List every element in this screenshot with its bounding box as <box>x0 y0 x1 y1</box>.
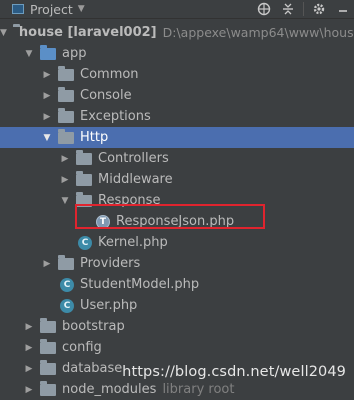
chevron-down-icon[interactable]: ▼ <box>60 196 70 206</box>
project-window-icon <box>12 4 24 14</box>
folder-icon <box>40 338 56 354</box>
tree-item-providers[interactable]: ▶ Providers <box>0 253 354 274</box>
tree-item-student-model[interactable]: C StudentModel.php <box>0 274 354 295</box>
project-root-path: D:\appexe\wamp64\www\house <box>162 25 354 40</box>
tree-item-label: Exceptions <box>80 109 151 124</box>
tree-item-label: Kernel.php <box>98 235 168 250</box>
folder-icon <box>58 107 74 123</box>
watermark-text: https://blog.csdn.net/well2049 <box>122 364 346 380</box>
chevron-right-icon[interactable]: ▶ <box>42 70 52 80</box>
tree-item-middleware[interactable]: ▶ Middleware <box>0 169 354 190</box>
chevron-right-icon[interactable]: ▶ <box>24 385 34 395</box>
tree-item-label: bootstrap <box>62 319 125 334</box>
tree-item-label: database <box>62 361 123 376</box>
tree-item-label: Controllers <box>98 151 169 166</box>
folder-icon <box>76 149 92 165</box>
class-file-icon: C <box>60 298 74 313</box>
tree-item-config[interactable]: ▶ config <box>0 337 354 358</box>
tree-item-label: Console <box>80 88 132 103</box>
chevron-right-icon[interactable]: ▶ <box>60 175 70 185</box>
project-root-label: house [laravel002] <box>18 25 157 40</box>
folder-icon <box>58 128 74 144</box>
tree-item-house[interactable]: ▼ house [laravel002] D:\appexe\wamp64\ww… <box>0 22 354 43</box>
class-file-icon: C <box>60 277 74 292</box>
collapse-icon[interactable] <box>279 0 297 18</box>
chevron-down-icon[interactable]: ▼ <box>78 4 85 14</box>
tree-item-node-modules[interactable]: ▶ node_modules library root <box>0 379 354 400</box>
tree-item-common[interactable]: ▶ Common <box>0 64 354 85</box>
tree-item-kernel[interactable]: C Kernel.php <box>0 232 354 253</box>
chevron-right-icon[interactable]: ▶ <box>24 322 34 332</box>
library-root-tag: library root <box>162 382 235 397</box>
chevron-right-icon[interactable]: ▶ <box>24 364 34 374</box>
gear-icon[interactable] <box>310 0 328 18</box>
toolbar-divider <box>303 2 304 16</box>
tree-item-bootstrap[interactable]: ▶ bootstrap <box>0 316 354 337</box>
tree-item-controllers[interactable]: ▶ Controllers <box>0 148 354 169</box>
class-file-icon: C <box>78 235 92 250</box>
chevron-down-icon[interactable]: ▼ <box>42 133 52 143</box>
folder-icon <box>58 86 74 102</box>
tree-item-http[interactable]: ▼ Http <box>0 127 354 148</box>
project-view-selector[interactable]: Project <box>30 2 73 17</box>
chevron-right-icon[interactable]: ▶ <box>42 259 52 269</box>
project-toolbar: Project ▼ <box>0 0 354 19</box>
tree-item-label: StudentModel.php <box>80 277 200 292</box>
tree-item-label: Common <box>80 67 139 82</box>
chevron-right-icon[interactable]: ▶ <box>24 343 34 353</box>
chevron-down-icon[interactable]: ▼ <box>0 28 7 38</box>
chevron-down-icon[interactable]: ▼ <box>24 49 34 59</box>
tree-item-user[interactable]: C User.php <box>0 295 354 316</box>
tree-item-label: node_modules <box>62 382 157 397</box>
chevron-right-icon[interactable]: ▶ <box>42 112 52 122</box>
folder-icon <box>58 65 74 81</box>
folder-icon <box>76 170 92 186</box>
tree-item-console[interactable]: ▶ Console <box>0 85 354 106</box>
tree-item-label: Middleware <box>98 172 173 187</box>
chevron-right-icon[interactable]: ▶ <box>60 154 70 164</box>
folder-icon <box>58 254 74 270</box>
folder-icon <box>40 359 56 375</box>
folder-icon <box>40 44 56 60</box>
tree-item-exceptions[interactable]: ▶ Exceptions <box>0 106 354 127</box>
tree-item-label: Http <box>80 130 109 145</box>
tree-item-label: Providers <box>80 256 141 271</box>
tree-item-label: app <box>62 46 87 61</box>
folder-icon <box>40 317 56 333</box>
hide-panel-icon[interactable] <box>334 0 352 18</box>
tree-item-app[interactable]: ▼ app <box>0 43 354 64</box>
highlight-annotation-box <box>75 204 265 229</box>
globe-icon[interactable] <box>255 0 273 18</box>
chevron-right-icon[interactable]: ▶ <box>42 91 52 101</box>
tree-item-label: config <box>62 340 102 355</box>
tree-item-label: User.php <box>80 298 138 313</box>
